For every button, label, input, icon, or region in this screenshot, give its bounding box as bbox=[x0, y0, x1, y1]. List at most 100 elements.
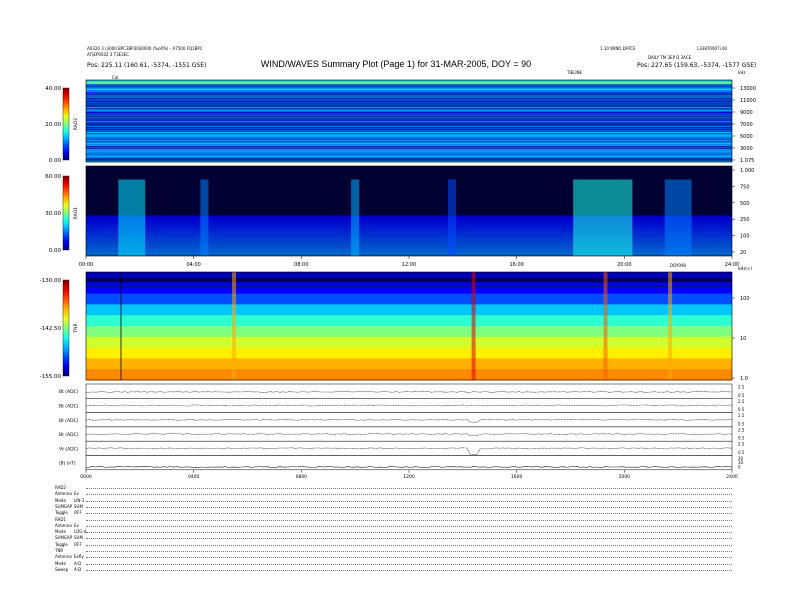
rad1-lowfreq-band bbox=[86, 245, 732, 250]
rad2-freq-tick: 7000 bbox=[740, 122, 753, 128]
line-panel-frame bbox=[85, 455, 733, 471]
rad1-burst bbox=[664, 179, 692, 256]
footer-dotted-line bbox=[86, 506, 732, 508]
bottom-axis-tick: 0400 bbox=[188, 474, 200, 480]
tnr-colorbar-tick: -155.00 bbox=[40, 374, 62, 380]
line-panel-tick: 0.5 bbox=[738, 421, 745, 426]
footer-setting-key: SUMGAP bbox=[55, 535, 73, 541]
footer-setting-value: A-D bbox=[74, 566, 82, 572]
tnr-spectral-band bbox=[86, 304, 732, 316]
rad2-noise-line bbox=[86, 140, 732, 142]
tnr-spectral-band bbox=[86, 358, 732, 370]
tnr-spectral-band bbox=[86, 315, 732, 327]
rad2-noise-line bbox=[86, 84, 732, 86]
tnr-spectral-band bbox=[86, 336, 732, 349]
rad2-noise-line bbox=[86, 160, 732, 162]
footer-dotted-line bbox=[86, 488, 732, 489]
rad2-noise-line bbox=[86, 103, 732, 105]
footer-setting-value: SUM bbox=[74, 503, 83, 509]
rad2-noise-line bbox=[86, 97, 732, 98]
rad2-band bbox=[86, 149, 732, 153]
rad2-noise-line bbox=[86, 150, 732, 152]
line-panel-tick: 0.5 bbox=[738, 393, 745, 398]
rad2-noise-line bbox=[86, 107, 732, 108]
rad2-noise-line bbox=[86, 131, 732, 133]
rad2-noise-line bbox=[86, 96, 732, 98]
rad1-freq-tick: 250 bbox=[740, 217, 750, 223]
footer-setting-key: Toggle bbox=[55, 510, 68, 516]
rad2-noise-line bbox=[86, 81, 732, 83]
rad2-freq-tick: 13000 bbox=[740, 86, 756, 92]
tnr-colorbar-tick: -142.50 bbox=[40, 326, 62, 332]
rad1-ylabel: RAD1 bbox=[73, 207, 79, 219]
rad1-lowfreq-band bbox=[86, 225, 732, 230]
line-panel-tick: 2.5 bbox=[738, 399, 745, 404]
footer-dotted-line bbox=[86, 494, 732, 496]
rad2-noise-line bbox=[86, 86, 732, 88]
rad1-lowfreq-band bbox=[86, 235, 732, 240]
rad2-freq-tick: 9000 bbox=[740, 110, 753, 116]
rad2-noise-line bbox=[86, 109, 732, 111]
rad2-ylabel: RAD2 bbox=[73, 118, 79, 130]
rad2-freq-tick: 1.075 bbox=[740, 158, 754, 164]
rad1-colorbar-tick: 0.00 bbox=[49, 248, 62, 254]
doy-label: DOY090 bbox=[670, 263, 687, 268]
rad1-colorbar bbox=[62, 175, 70, 251]
footer-dotted-line bbox=[86, 551, 732, 552]
rad2-noise-line bbox=[86, 95, 732, 97]
rad2-noise-line bbox=[86, 89, 732, 90]
rad2-colorbar-tick: 20.00 bbox=[45, 122, 61, 128]
line-panel-label: |B| (nT) bbox=[59, 461, 76, 467]
tnr-spectral-band bbox=[86, 347, 732, 359]
rad1-burst bbox=[118, 179, 146, 256]
rad2-noise-line bbox=[86, 134, 732, 136]
rad1-lowfreq-band bbox=[86, 218, 732, 223]
rad2-noise-line bbox=[86, 155, 732, 157]
line-panel-label: Bt (ADC) bbox=[59, 389, 79, 395]
rad2-colorbar bbox=[62, 87, 70, 161]
footer-setting-key: Antenna bbox=[55, 554, 72, 560]
tnr-spectral-band bbox=[86, 369, 732, 381]
footer-dotted-line bbox=[86, 525, 732, 527]
rad1-lowfreq-band bbox=[86, 248, 732, 253]
rad2-noise-line bbox=[86, 110, 732, 112]
rad2-noise-line bbox=[86, 114, 732, 116]
line-panel-tick: 2.5 bbox=[738, 413, 745, 418]
footer-dotted-line bbox=[86, 563, 732, 565]
footer-setting-key: Sweep bbox=[55, 566, 69, 572]
tnr-event bbox=[668, 272, 673, 380]
footer-setting-key: Antenna bbox=[55, 522, 72, 528]
rad2-noise-line bbox=[86, 128, 732, 129]
tnr-ylabel: TNR bbox=[73, 323, 79, 333]
footer-dotted-line bbox=[86, 569, 732, 571]
footer-section-heading: RAD2 bbox=[55, 485, 66, 490]
rad2-noise-line bbox=[86, 132, 732, 134]
rad1-freq-tick: 750 bbox=[740, 184, 750, 190]
tnr-spectral-band bbox=[86, 293, 732, 305]
tnr-event bbox=[232, 272, 237, 380]
rad2-noise-line bbox=[86, 146, 732, 148]
rad1-burst bbox=[200, 179, 209, 256]
footer-setting-value: Ex bbox=[74, 491, 79, 497]
rad2-noise-line bbox=[86, 80, 732, 82]
footer-section-heading: RAD1 bbox=[55, 516, 66, 522]
time-axis-tick: 04:00 bbox=[186, 262, 200, 268]
tnr-khz-label: kHz(×) bbox=[738, 266, 752, 271]
line-panel-tick: 2.5 bbox=[738, 385, 745, 390]
rad1-lowfreq-band bbox=[86, 238, 732, 243]
footer-dotted-line bbox=[86, 500, 732, 502]
tnr-freq-tick: 100 bbox=[740, 296, 750, 302]
footer-setting-key: Mode bbox=[55, 560, 66, 566]
rad1-burst bbox=[573, 179, 633, 256]
footer-setting-key: Mode bbox=[55, 497, 66, 503]
line-panel-frame bbox=[85, 383, 733, 399]
line-panel-tick: 0.5 bbox=[738, 450, 745, 455]
time-axis-tick: 16:00 bbox=[509, 262, 523, 268]
rad1-freq-tick: 1.000 bbox=[740, 168, 754, 174]
tnr-dark-line bbox=[86, 278, 732, 282]
footer-dotted-line bbox=[86, 519, 732, 521]
time-axis-tick: 20:00 bbox=[617, 262, 631, 268]
rad2-noise-line bbox=[86, 90, 732, 92]
bottom-axis-tick: 2000 bbox=[619, 474, 631, 480]
rad1-freq-tick: 20 bbox=[740, 250, 746, 256]
